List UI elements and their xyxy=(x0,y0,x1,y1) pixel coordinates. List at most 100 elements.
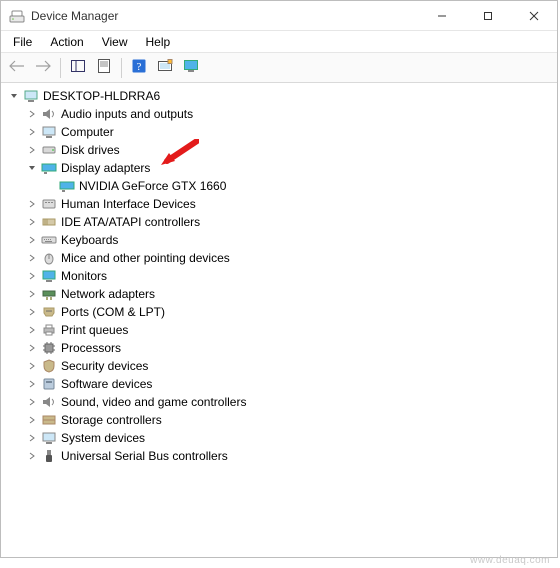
titlebar: Device Manager xyxy=(1,1,557,31)
tree-node-label: Computer xyxy=(61,125,114,139)
display-adapter-icon xyxy=(41,160,57,176)
chevron-right-icon[interactable] xyxy=(25,323,39,337)
chevron-right-icon[interactable] xyxy=(25,143,39,157)
tree-node-display[interactable]: Display adapters xyxy=(25,159,557,177)
tree-node-label: Audio inputs and outputs xyxy=(61,107,193,121)
tree-node-label: Ports (COM & LPT) xyxy=(61,305,165,319)
tree-node-usb[interactable]: Universal Serial Bus controllers xyxy=(25,447,557,465)
maximize-button[interactable] xyxy=(465,1,511,30)
sound-icon xyxy=(41,394,57,410)
tree-node-label: Mice and other pointing devices xyxy=(61,251,230,265)
tree-node-label: Human Interface Devices xyxy=(61,197,196,211)
tree-node-display-child[interactable]: NVIDIA GeForce GTX 1660 xyxy=(43,177,557,195)
speaker-icon xyxy=(41,106,57,122)
chevron-right-icon[interactable] xyxy=(25,107,39,121)
tree-node-system[interactable]: System devices xyxy=(25,429,557,447)
toolbar: ? xyxy=(1,53,557,83)
port-icon xyxy=(41,304,57,320)
tree-node-monitors[interactable]: Monitors xyxy=(25,267,557,285)
chevron-right-icon[interactable] xyxy=(25,269,39,283)
menu-view[interactable]: View xyxy=(94,33,136,51)
tree-node-label: NVIDIA GeForce GTX 1660 xyxy=(79,179,226,193)
window-controls xyxy=(419,1,557,30)
show-hide-console-button[interactable] xyxy=(66,56,90,80)
panel-icon xyxy=(70,58,86,77)
chevron-down-icon[interactable] xyxy=(7,89,21,103)
window-title: Device Manager xyxy=(31,9,419,23)
scan-hardware-button[interactable] xyxy=(153,56,177,80)
storage-icon xyxy=(41,412,57,428)
chevron-right-icon[interactable] xyxy=(25,359,39,373)
tree-node-sound[interactable]: Sound, video and game controllers xyxy=(25,393,557,411)
tree-node-mice[interactable]: Mice and other pointing devices xyxy=(25,249,557,267)
mouse-icon xyxy=(41,250,57,266)
tree-node-label: Security devices xyxy=(61,359,148,373)
usb-icon xyxy=(41,448,57,464)
chevron-right-icon[interactable] xyxy=(25,305,39,319)
tree-node-audio[interactable]: Audio inputs and outputs xyxy=(25,105,557,123)
pc-icon xyxy=(41,124,57,140)
tree-node-software[interactable]: Software devices xyxy=(25,375,557,393)
tree-node-label: Processors xyxy=(61,341,121,355)
keyboard-icon xyxy=(41,232,57,248)
menubar: File Action View Help xyxy=(1,31,557,53)
arrow-left-icon xyxy=(9,58,25,77)
toolbar-separator xyxy=(60,58,61,78)
chevron-right-icon[interactable] xyxy=(25,341,39,355)
monitor-icon xyxy=(183,58,199,77)
chevron-right-icon[interactable] xyxy=(25,413,39,427)
minimize-button[interactable] xyxy=(419,1,465,30)
tree-node-ports[interactable]: Ports (COM & LPT) xyxy=(25,303,557,321)
tree-node-network[interactable]: Network adapters xyxy=(25,285,557,303)
tree-node-security[interactable]: Security devices xyxy=(25,357,557,375)
tree-node-label: Network adapters xyxy=(61,287,155,301)
tree-node-computer[interactable]: Computer xyxy=(25,123,557,141)
arrow-right-icon xyxy=(35,58,51,77)
tree-node-label: Keyboards xyxy=(61,233,118,247)
chevron-right-icon[interactable] xyxy=(25,197,39,211)
chevron-right-icon[interactable] xyxy=(25,251,39,265)
chevron-down-icon[interactable] xyxy=(25,161,39,175)
back-button[interactable] xyxy=(5,56,29,80)
tree-node-label: Disk drives xyxy=(61,143,120,157)
tree-node-processors[interactable]: Processors xyxy=(25,339,557,357)
menu-file[interactable]: File xyxy=(5,33,40,51)
tree-node-label: Storage controllers xyxy=(61,413,162,427)
close-button[interactable] xyxy=(511,1,557,30)
tree-node-hid[interactable]: Human Interface Devices xyxy=(25,195,557,213)
chevron-right-icon[interactable] xyxy=(25,125,39,139)
tree-node-printqueues[interactable]: Print queues xyxy=(25,321,557,339)
tree-node-label: Software devices xyxy=(61,377,152,391)
tree-node-label: System devices xyxy=(61,431,145,445)
chevron-right-icon[interactable] xyxy=(25,449,39,463)
help-icon: ? xyxy=(131,58,147,77)
ide-icon xyxy=(41,214,57,230)
properties-icon xyxy=(96,58,112,77)
tree-root[interactable]: DESKTOP-HLDRRA6 xyxy=(7,87,557,105)
properties-button[interactable] xyxy=(92,56,116,80)
chevron-right-icon[interactable] xyxy=(25,431,39,445)
help-button[interactable]: ? xyxy=(127,56,151,80)
chevron-right-icon[interactable] xyxy=(25,395,39,409)
device-manager-window: Device Manager File Action View Help xyxy=(0,0,558,558)
menu-help[interactable]: Help xyxy=(138,33,179,51)
menu-action[interactable]: Action xyxy=(42,33,91,51)
tree-node-ide[interactable]: IDE ATA/ATAPI controllers xyxy=(25,213,557,231)
gpu-icon xyxy=(59,178,75,194)
tree-node-label: Display adapters xyxy=(61,161,150,175)
tree-node-keyboards[interactable]: Keyboards xyxy=(25,231,557,249)
chevron-right-icon[interactable] xyxy=(25,287,39,301)
monitor-button[interactable] xyxy=(179,56,203,80)
tree-node-storage[interactable]: Storage controllers xyxy=(25,411,557,429)
tree-root-label: DESKTOP-HLDRRA6 xyxy=(43,89,160,103)
chevron-right-icon[interactable] xyxy=(25,233,39,247)
device-tree[interactable]: DESKTOP-HLDRRA6 Audio inputs and outputs… xyxy=(1,83,557,557)
tree-node-disk[interactable]: Disk drives xyxy=(25,141,557,159)
chevron-right-icon[interactable] xyxy=(25,215,39,229)
forward-button[interactable] xyxy=(31,56,55,80)
tree-node-label: Print queues xyxy=(61,323,128,337)
monitor-icon xyxy=(41,268,57,284)
disk-icon xyxy=(41,142,57,158)
network-icon xyxy=(41,286,57,302)
chevron-right-icon[interactable] xyxy=(25,377,39,391)
